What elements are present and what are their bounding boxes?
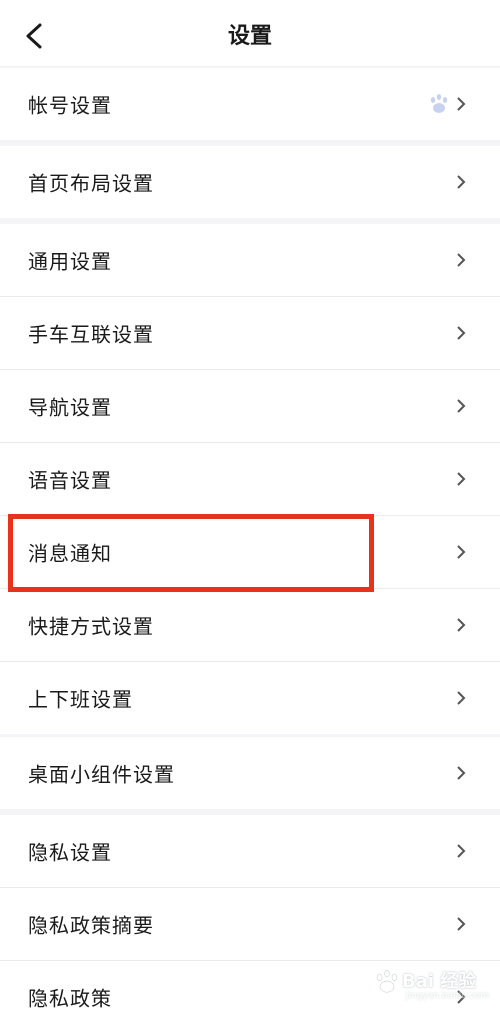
chevron-right-icon <box>457 326 466 340</box>
row-label: 隐私政策 <box>28 986 112 1011</box>
settings-row-privacy[interactable]: 隐私设置 <box>0 815 500 888</box>
watermark-text: Bai 经验 <box>402 971 477 992</box>
row-label: 隐私设置 <box>28 840 112 865</box>
settings-row-shortcuts[interactable]: 快捷方式设置 <box>0 589 500 662</box>
row-label: 首页布局设置 <box>28 171 154 196</box>
group-widgets: 桌面小组件设置 <box>0 737 500 809</box>
row-label: 帐号设置 <box>28 93 112 118</box>
row-label: 通用设置 <box>28 249 112 274</box>
settings-row-home-layout[interactable]: 首页布局设置 <box>0 146 500 218</box>
settings-row-general[interactable]: 通用设置 <box>0 224 500 297</box>
settings-row-car-link[interactable]: 手车互联设置 <box>0 297 500 370</box>
baidu-jingyan-watermark: Bai 经验 jingyan.baidu.com <box>372 963 492 1007</box>
chevron-right-icon <box>457 917 466 931</box>
row-label: 导航设置 <box>28 395 112 420</box>
group-home-layout: 首页布局设置 <box>0 146 500 218</box>
chevron-right-icon <box>457 472 466 486</box>
chevron-right-icon <box>457 399 466 413</box>
settings-row-notifications[interactable]: 消息通知 <box>0 516 500 589</box>
row-label: 语音设置 <box>28 468 112 493</box>
row-label: 消息通知 <box>28 541 112 566</box>
row-label: 隐私政策摘要 <box>28 913 154 938</box>
chevron-right-icon <box>457 844 466 858</box>
chevron-right-icon <box>457 766 466 780</box>
chevron-right-icon <box>457 253 466 267</box>
chevron-right-icon <box>457 175 466 189</box>
chevron-right-icon <box>457 97 466 111</box>
settings-row-desktop-widgets[interactable]: 桌面小组件设置 <box>0 737 500 809</box>
group-account: 帐号设置 <box>0 68 500 140</box>
chevron-right-icon <box>457 545 466 559</box>
row-label: 快捷方式设置 <box>28 614 154 639</box>
chevron-right-icon <box>457 618 466 632</box>
page-title: 设置 <box>227 24 272 49</box>
settings-row-navigation[interactable]: 导航设置 <box>0 370 500 443</box>
row-label: 桌面小组件设置 <box>28 762 175 787</box>
nav-header: 设置 <box>0 0 500 66</box>
chevron-right-icon <box>457 691 466 705</box>
row-label: 手车互联设置 <box>28 322 154 347</box>
settings-row-account[interactable]: 帐号设置 <box>0 68 500 140</box>
baidu-paw-watermark-icon <box>376 970 398 993</box>
group-general: 通用设置 手车互联设置 导航设置 语音设置 消息通知 快捷方式设置 上下班设置 <box>0 224 500 734</box>
row-label: 上下班设置 <box>28 687 133 712</box>
watermark-url: jingyan.baidu.com <box>406 991 490 1001</box>
settings-row-privacy-summary[interactable]: 隐私政策摘要 <box>0 888 500 961</box>
baidu-paw-icon <box>430 94 448 113</box>
settings-row-commute[interactable]: 上下班设置 <box>0 662 500 734</box>
settings-row-voice[interactable]: 语音设置 <box>0 443 500 516</box>
